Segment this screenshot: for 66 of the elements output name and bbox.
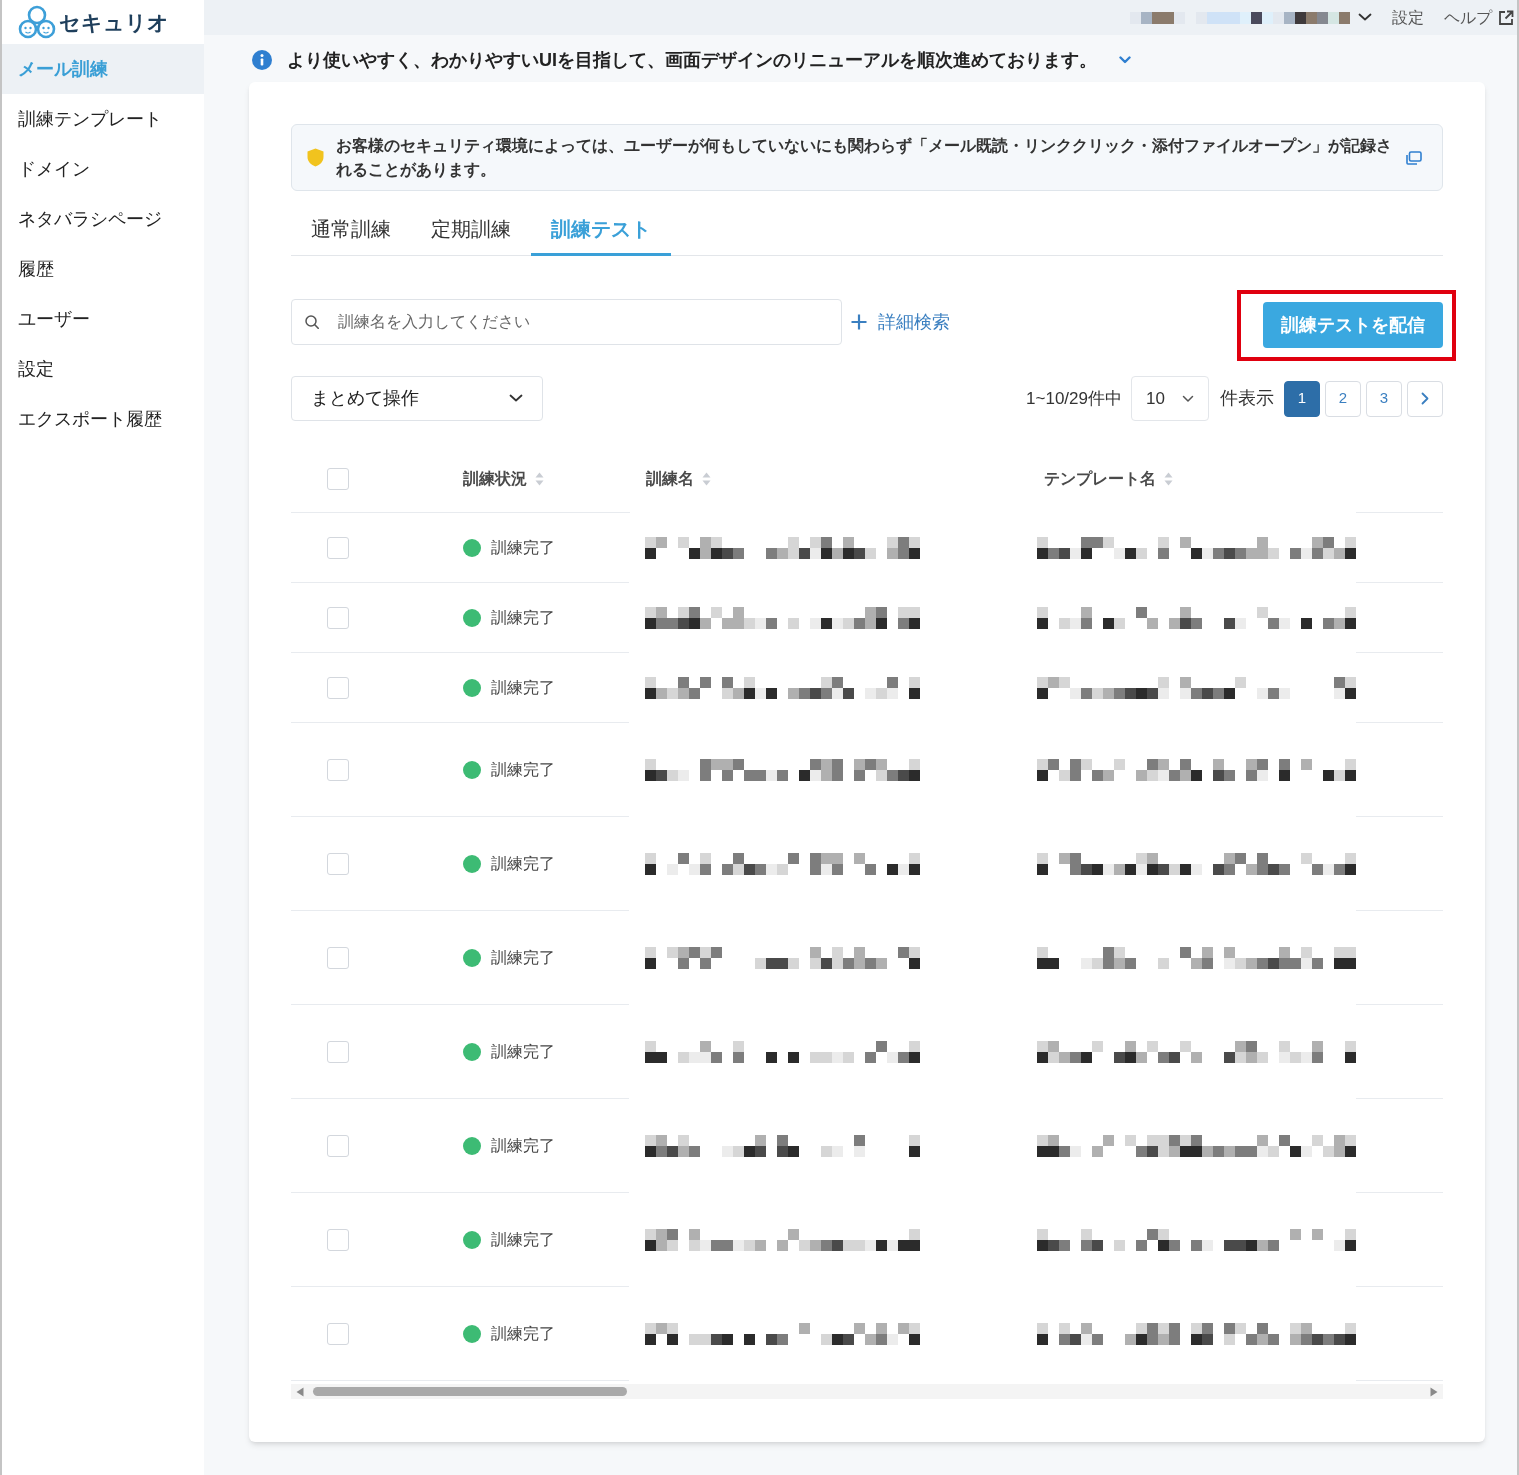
checkbox[interactable] bbox=[327, 852, 349, 875]
status-text: 訓練完了 bbox=[491, 853, 555, 874]
chevron-right-icon bbox=[1421, 392, 1429, 405]
shield-icon bbox=[307, 148, 324, 167]
advanced-search-link[interactable]: 詳細検索 bbox=[851, 308, 950, 336]
status-text: 訓練完了 bbox=[491, 1135, 555, 1156]
logo-text: セキュリオ bbox=[59, 11, 169, 33]
status-text: 訓練完了 bbox=[491, 1323, 555, 1344]
external-link-icon bbox=[1498, 9, 1514, 26]
sidebar-item[interactable]: 履歴 bbox=[2, 244, 204, 294]
sidebar-item[interactable]: エクスポート履歴 bbox=[2, 394, 204, 444]
chevron-down-icon bbox=[509, 394, 523, 403]
status-text: 訓練完了 bbox=[491, 677, 555, 698]
sort-icon[interactable] bbox=[535, 471, 544, 486]
sort-icon[interactable] bbox=[701, 472, 711, 486]
status-text: 訓練完了 bbox=[491, 1229, 555, 1250]
pagination-summary: 1~10/29件中 bbox=[1026, 387, 1122, 410]
status-text: 訓練完了 bbox=[491, 607, 555, 628]
checkbox[interactable] bbox=[327, 1040, 349, 1063]
chevron-down-icon[interactable] bbox=[1358, 13, 1372, 22]
column-header[interactable]: テンプレート名 bbox=[1043, 467, 1156, 491]
plus-icon bbox=[851, 314, 867, 330]
status-text: 訓練完了 bbox=[491, 537, 555, 558]
page-size-dropdown[interactable]: 10 bbox=[1131, 376, 1209, 421]
sidebar-item[interactable]: 訓練テンプレート bbox=[2, 94, 204, 144]
info-icon bbox=[252, 50, 272, 70]
checkbox[interactable] bbox=[327, 606, 349, 629]
help-link[interactable]: ヘルプ bbox=[1444, 5, 1514, 30]
sidebar-item[interactable]: ユーザー bbox=[2, 294, 204, 344]
checkbox[interactable] bbox=[327, 758, 349, 781]
logo-icon bbox=[18, 5, 56, 39]
horizontal-scrollbar[interactable] bbox=[291, 1384, 1443, 1399]
page-button[interactable]: 1 bbox=[1284, 380, 1320, 417]
bulk-action-dropdown[interactable]: まとめて操作 bbox=[291, 376, 543, 421]
sidebar-item[interactable]: 設定 bbox=[2, 344, 204, 394]
scroll-right-icon[interactable] bbox=[1430, 1386, 1438, 1397]
scroll-left-icon[interactable] bbox=[296, 1386, 304, 1397]
search-field[interactable]: 訓練名を入力してください bbox=[291, 299, 842, 345]
search-icon bbox=[305, 315, 319, 329]
status-text: 訓練完了 bbox=[491, 947, 555, 968]
checkbox[interactable] bbox=[327, 536, 349, 559]
checkbox[interactable] bbox=[327, 676, 349, 699]
notice-text: より使いやすく、わかりやすいUIを目指して、画面デザインのリニューアルを順次進めております。 bbox=[287, 48, 1097, 72]
next-page-button[interactable] bbox=[1407, 380, 1443, 417]
checkbox[interactable] bbox=[327, 1134, 349, 1157]
sidebar-item[interactable]: ネタバラシページ bbox=[2, 194, 204, 244]
sidebar-item[interactable]: ドメイン bbox=[2, 144, 204, 194]
column-header[interactable]: 訓練状況 bbox=[463, 466, 527, 491]
page-button[interactable]: 3 bbox=[1366, 380, 1402, 417]
checkbox[interactable] bbox=[327, 1228, 349, 1251]
tab[interactable]: 定期訓練 bbox=[411, 205, 531, 256]
scrollbar-thumb[interactable] bbox=[313, 1387, 627, 1396]
column-header[interactable]: 訓練名 bbox=[645, 467, 694, 491]
tab[interactable]: 通常訓練 bbox=[291, 205, 411, 256]
sort-icon[interactable] bbox=[1163, 472, 1173, 486]
settings-link[interactable]: 設定 bbox=[1392, 5, 1424, 30]
copy-icon[interactable] bbox=[1406, 150, 1422, 165]
status-text: 訓練完了 bbox=[491, 1041, 555, 1062]
alert-text: お客様のセキュリティ環境によっては、ユーザーが何もしていないにも関わらず「メール既読・リンククリック・添付ファイルオープン」が記録されることがあります。 bbox=[336, 135, 1393, 180]
chevron-down-icon bbox=[1182, 394, 1194, 403]
status-text: 訓練完了 bbox=[491, 759, 555, 780]
checkbox[interactable] bbox=[327, 1322, 349, 1345]
checkbox[interactable] bbox=[327, 467, 349, 490]
page-size-label: 件表示 bbox=[1220, 387, 1274, 410]
checkbox[interactable] bbox=[327, 946, 349, 969]
page-button[interactable]: 2 bbox=[1325, 380, 1361, 417]
